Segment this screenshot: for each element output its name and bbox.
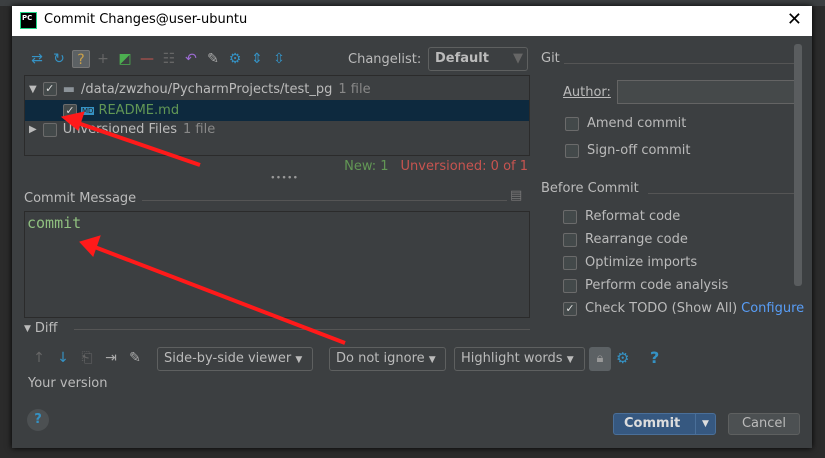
arrow-head xyxy=(79,235,101,257)
arrow-head xyxy=(60,111,85,131)
annotation-arrow xyxy=(71,119,201,167)
annotation-arrows xyxy=(60,111,346,345)
annotation-arrow xyxy=(91,244,346,345)
